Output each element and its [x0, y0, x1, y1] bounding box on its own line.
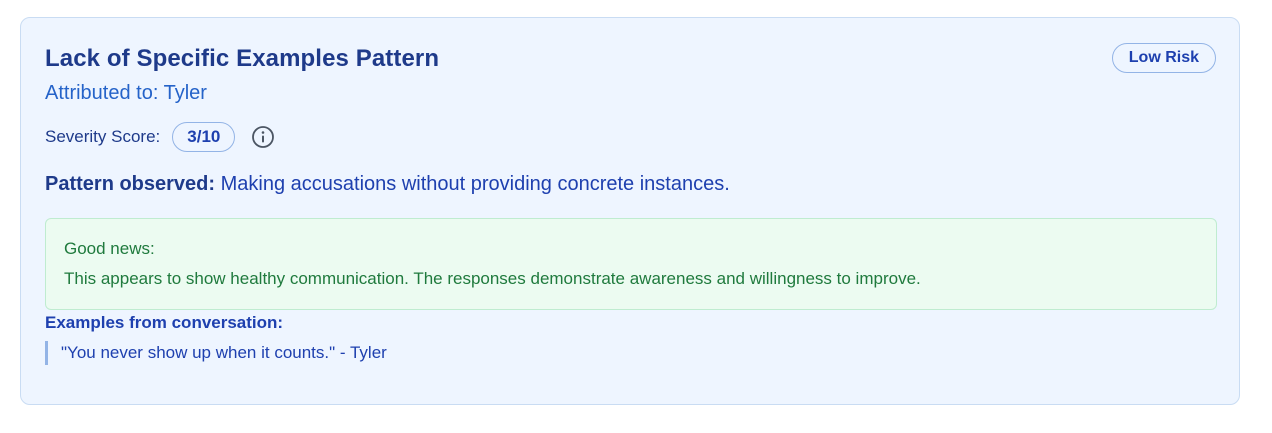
good-news-text: This appears to show healthy communicati… [64, 269, 921, 288]
good-news-box: Good news: This appears to show healthy … [45, 218, 1217, 310]
severity-score-badge: 3/10 [172, 122, 236, 152]
pattern-observed-label: Pattern observed: [45, 173, 216, 195]
example-quote: "You never show up when it counts." - Ty… [45, 341, 387, 365]
attributed-to: Attributed to: Tyler [45, 82, 207, 104]
examples-title: Examples from conversation: [45, 313, 284, 332]
pattern-card: Lack of Specific Examples Pattern Low Ri… [20, 17, 1240, 405]
good-news-title: Good news: [64, 239, 155, 258]
severity-label: Severity Score: [45, 127, 161, 146]
risk-badge: Low Risk [1111, 43, 1216, 73]
pattern-title: Lack of Specific Examples Pattern [45, 45, 440, 72]
pattern-observed-text: Making accusations without providing con… [220, 173, 730, 195]
info-circle-icon[interactable] [251, 125, 275, 149]
pattern-observed: Pattern observed: Making accusations wit… [45, 173, 730, 196]
severity-row: Severity Score: 3/10 [45, 121, 275, 153]
